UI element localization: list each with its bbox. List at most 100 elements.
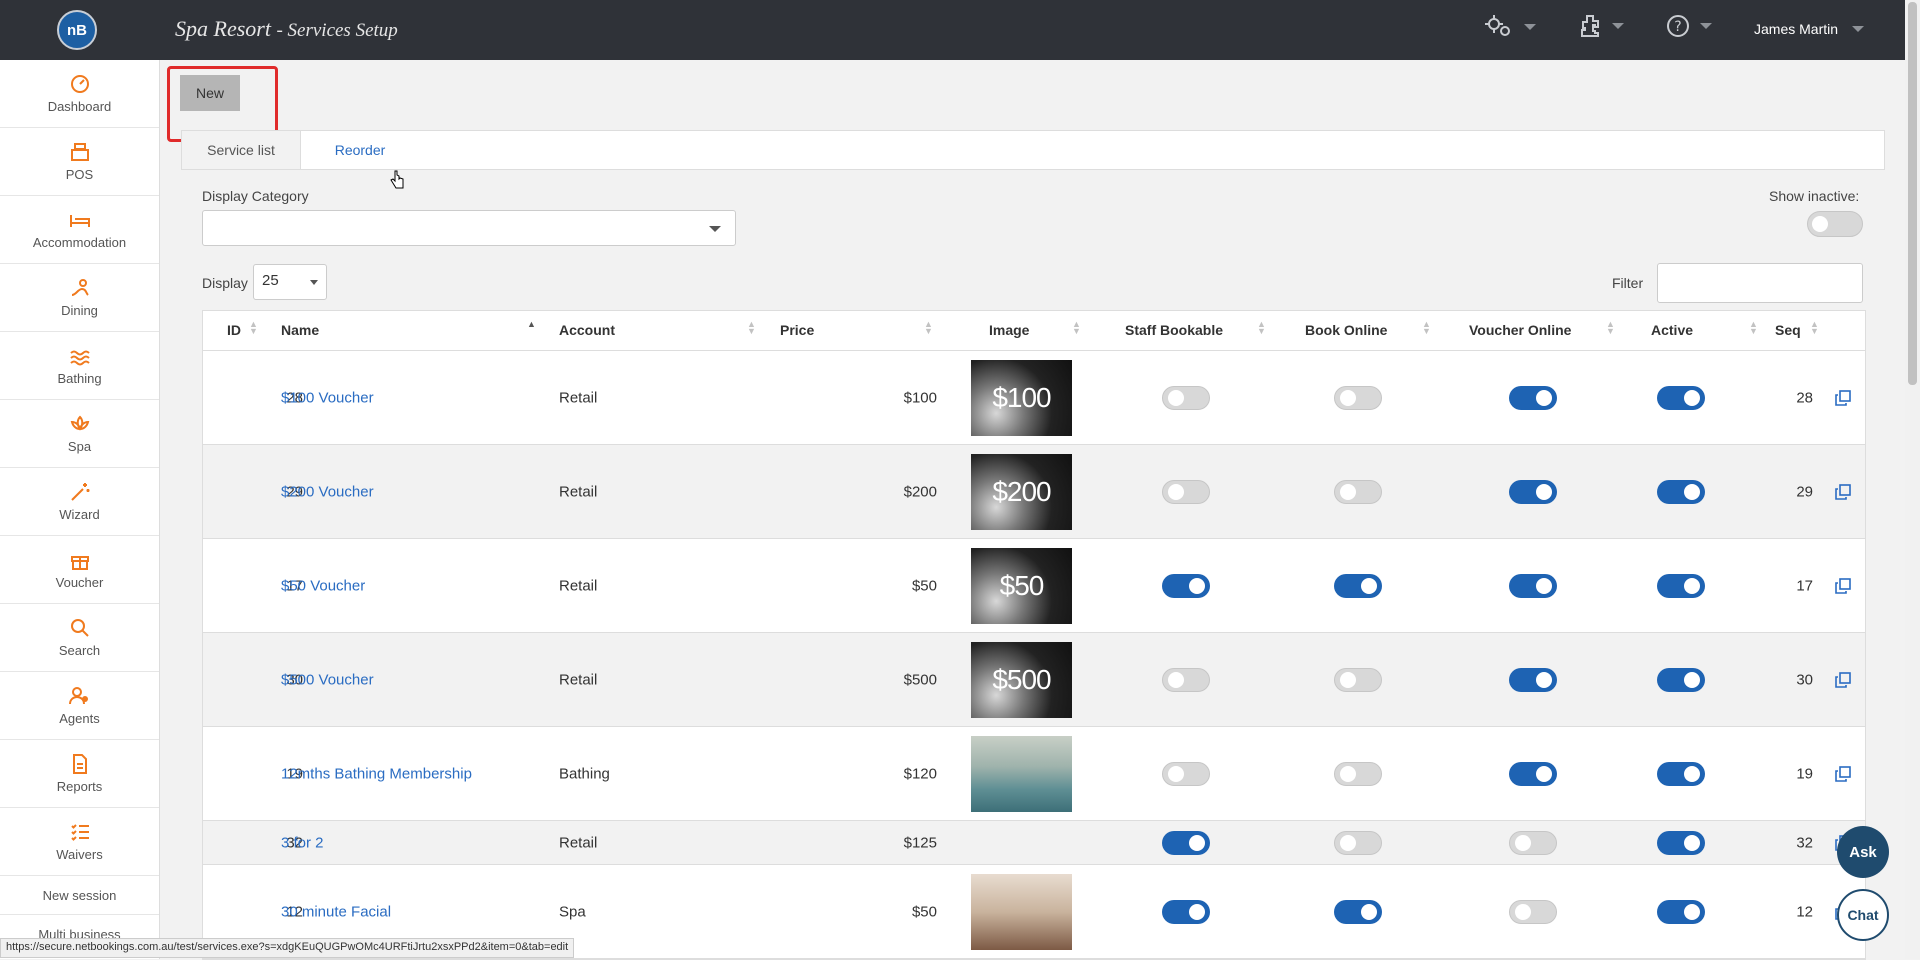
voucher-online-toggle[interactable] [1509, 479, 1557, 504]
row-price: $200 [903, 483, 937, 500]
col-active[interactable]: Active [1651, 322, 1693, 338]
sidebar-item-label: Dashboard [47, 99, 112, 114]
staff-bookable-toggle[interactable] [1162, 830, 1210, 855]
help-menu[interactable]: ? [1666, 14, 1712, 38]
book-online-toggle[interactable] [1334, 667, 1382, 692]
tab-reorder[interactable]: Reorder [300, 131, 420, 169]
row-name-link[interactable]: $100 Voucher [281, 389, 374, 406]
col-book-online[interactable]: Book Online [1305, 322, 1387, 338]
staff-bookable-toggle[interactable] [1162, 479, 1210, 504]
sidebar-item-label: Bathing [57, 371, 102, 386]
sidebar-item-voucher[interactable]: Voucher [0, 536, 159, 604]
sidebar-item-pos[interactable]: POS [0, 128, 159, 196]
voucher-online-toggle[interactable] [1509, 761, 1557, 786]
row-name-link[interactable]: $200 Voucher [281, 483, 374, 500]
col-id[interactable]: ID [227, 322, 241, 338]
sidebar-item-waivers[interactable]: Waivers [0, 808, 159, 876]
tab-service-list[interactable]: Service list [182, 131, 301, 169]
active-toggle[interactable] [1657, 667, 1705, 692]
staff-bookable-toggle[interactable] [1162, 899, 1210, 924]
col-name[interactable]: Name [281, 322, 319, 338]
book-online-toggle[interactable] [1334, 761, 1382, 786]
sidebar-item-dining[interactable]: Dining [0, 264, 159, 332]
table-row[interactable]: 32 3 for 2 Retail $125 32 [203, 821, 1865, 865]
voucher-online-toggle[interactable] [1509, 899, 1557, 924]
display-count-select[interactable]: 25 [253, 264, 327, 300]
table-row[interactable]: 17 $50 Voucher Retail $50 $50 17 [203, 539, 1865, 633]
plugin-menu[interactable] [1578, 14, 1624, 38]
chat-button[interactable]: Chat [1837, 889, 1889, 941]
col-staff-bookable[interactable]: Staff Bookable [1125, 322, 1223, 338]
col-voucher-online[interactable]: Voucher Online [1469, 322, 1571, 338]
row-name-link[interactable]: $50 Voucher [281, 577, 365, 594]
row-name-link[interactable]: 3 for 2 [281, 834, 324, 851]
display-category-label: Display Category [202, 188, 309, 204]
sidebar-item-bathing[interactable]: Bathing [0, 332, 159, 400]
scrollbar-thumb[interactable] [1908, 2, 1917, 385]
staff-bookable-toggle[interactable] [1162, 761, 1210, 786]
filter-input[interactable] [1657, 263, 1863, 303]
active-toggle[interactable] [1657, 573, 1705, 598]
voucher-online-toggle[interactable] [1509, 830, 1557, 855]
ask-button[interactable]: Ask [1837, 826, 1889, 878]
new-session-link[interactable]: New session [0, 876, 159, 915]
col-image[interactable]: Image [989, 322, 1029, 338]
book-online-toggle[interactable] [1334, 385, 1382, 410]
col-seq[interactable]: Seq [1775, 322, 1801, 338]
image-caption: $50 [999, 569, 1045, 601]
staff-bookable-toggle[interactable] [1162, 667, 1210, 692]
staff-bookable-toggle[interactable] [1162, 385, 1210, 410]
row-name-link[interactable]: 30 minute Facial [281, 903, 391, 920]
user-menu[interactable]: James Martin [1754, 21, 1865, 37]
cash-register-icon [70, 143, 89, 161]
sidebar-item-search[interactable]: Search [0, 604, 159, 672]
table-row[interactable]: 30 $500 Voucher Retail $500 $500 30 [203, 633, 1865, 727]
book-online-toggle[interactable] [1334, 830, 1382, 855]
row-name-link[interactable]: $500 Voucher [281, 671, 374, 688]
table-row[interactable]: 19 12mths Bathing Membership Bathing $12… [203, 727, 1865, 821]
active-toggle[interactable] [1657, 479, 1705, 504]
copy-icon[interactable] [1835, 765, 1851, 782]
staff-bookable-toggle[interactable] [1162, 573, 1210, 598]
col-price[interactable]: Price [780, 322, 814, 338]
voucher-online-toggle[interactable] [1509, 667, 1557, 692]
copy-icon[interactable] [1835, 671, 1851, 688]
chevron-down-icon [1852, 26, 1865, 32]
active-toggle[interactable] [1657, 385, 1705, 410]
row-seq: 30 [1796, 671, 1813, 688]
book-online-toggle[interactable] [1334, 899, 1382, 924]
active-toggle[interactable] [1657, 899, 1705, 924]
sidebar-item-reports[interactable]: Reports [0, 740, 159, 808]
settings-menu[interactable] [1484, 14, 1536, 40]
copy-icon[interactable] [1835, 389, 1851, 406]
logo[interactable]: nB [57, 10, 97, 50]
sidebar-item-accommodation[interactable]: Accommodation [0, 196, 159, 264]
service-image: $50 [971, 547, 1072, 624]
sidebar-item-spa[interactable]: Spa [0, 400, 159, 468]
show-inactive-toggle[interactable] [1807, 211, 1863, 237]
table-row[interactable]: 29 $200 Voucher Retail $200 $200 29 [203, 445, 1865, 539]
sidebar-item-dashboard[interactable]: Dashboard [0, 60, 159, 128]
chevron-down-icon [1524, 24, 1536, 30]
copy-icon[interactable] [1835, 483, 1851, 500]
copy-icon[interactable] [1835, 577, 1851, 594]
col-account[interactable]: Account [559, 322, 615, 338]
voucher-online-toggle[interactable] [1509, 385, 1557, 410]
active-toggle[interactable] [1657, 830, 1705, 855]
row-name-link[interactable]: 12mths Bathing Membership [281, 765, 472, 782]
book-online-toggle[interactable] [1334, 573, 1382, 598]
sidebar-item-wizard[interactable]: Wizard [0, 468, 159, 536]
sidebar-item-label: Agents [59, 711, 100, 726]
image-caption: $200 [992, 475, 1051, 507]
sidebar-item-label: Spa [67, 439, 92, 454]
table-row[interactable]: 28 $100 Voucher Retail $100 $100 28 [203, 351, 1865, 445]
active-toggle[interactable] [1657, 761, 1705, 786]
bed-icon [69, 215, 90, 227]
sidebar-item-agents[interactable]: Agents [0, 672, 159, 740]
display-category-select[interactable] [202, 210, 736, 246]
voucher-online-toggle[interactable] [1509, 573, 1557, 598]
row-seq: 28 [1796, 389, 1813, 406]
hand-cursor-icon [390, 170, 404, 189]
service-image: $100 [971, 359, 1072, 436]
book-online-toggle[interactable] [1334, 479, 1382, 504]
